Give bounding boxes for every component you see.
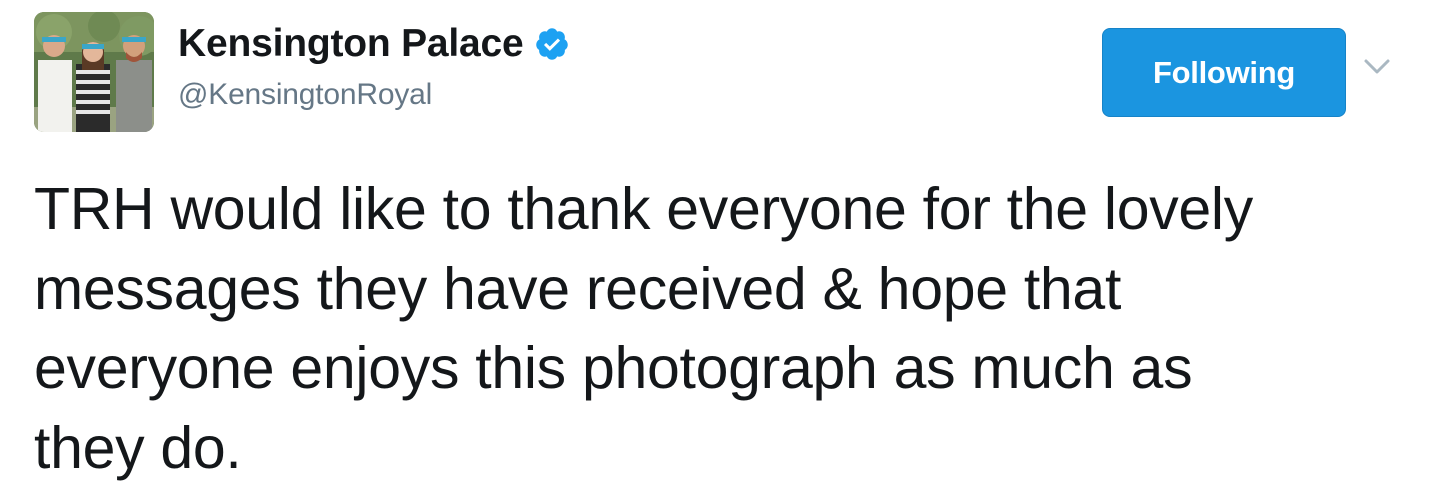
display-name[interactable]: Kensington Palace	[178, 22, 524, 66]
tweet-text-line: everyone enjoys this photograph as much …	[34, 335, 1193, 401]
tweet-text-line: messages they have received & hope that	[34, 255, 1122, 322]
profile-avatar[interactable]	[34, 12, 154, 132]
tweet-text-line: they do.	[34, 414, 242, 481]
display-name-row: Kensington Palace	[178, 18, 570, 70]
avatar-photo	[34, 12, 154, 132]
tweet-text: TRH would like to thank everyone for the…	[34, 170, 1424, 488]
tweet-text-line: TRH would like to thank everyone for the…	[34, 176, 1253, 242]
chevron-down-icon[interactable]	[1362, 56, 1392, 78]
user-handle[interactable]: @KensingtonRoyal	[178, 78, 432, 112]
following-button[interactable]: Following	[1102, 28, 1346, 117]
tweet-card: Kensington Palace @KensingtonRoyal Follo…	[0, 0, 1440, 496]
verified-badge-icon	[534, 26, 570, 62]
